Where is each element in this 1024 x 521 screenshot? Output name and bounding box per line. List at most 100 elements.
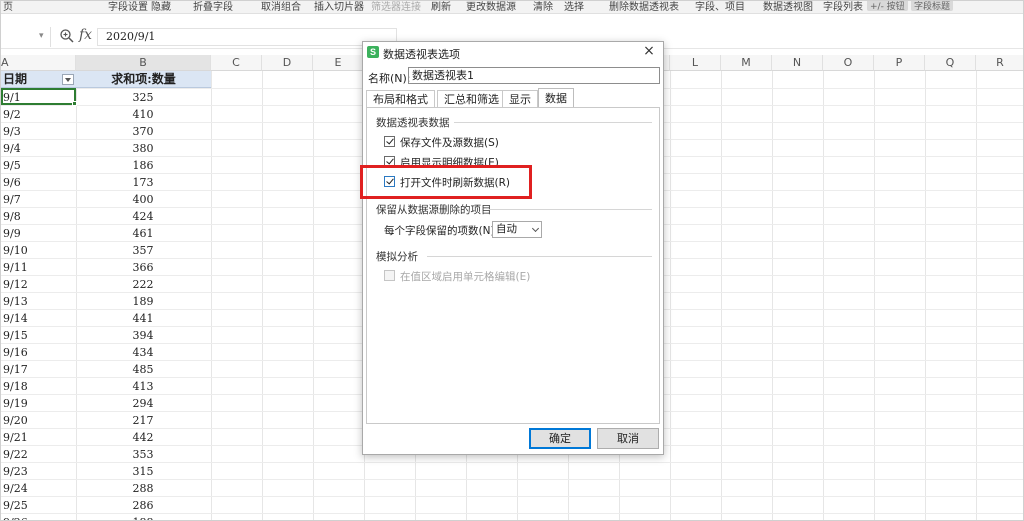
- pivot-qty-cell[interactable]: 189: [76, 293, 210, 310]
- pivot-date-cell[interactable]: 9/4: [3, 140, 75, 157]
- column-header-n[interactable]: N: [772, 55, 823, 71]
- ribbon-item[interactable]: 折叠字段: [193, 1, 233, 13]
- enable-cell-edit-checkbox[interactable]: [384, 270, 395, 281]
- zoom-in-icon[interactable]: [59, 28, 75, 44]
- ribbon-item[interactable]: 筛选器连接: [371, 1, 421, 13]
- pivot-date-cell[interactable]: 9/16: [3, 344, 75, 361]
- pivot-qty-cell[interactable]: 286: [76, 497, 210, 514]
- pivot-qty-cell[interactable]: 434: [76, 344, 210, 361]
- ribbon-item[interactable]: 插入切片器: [314, 1, 364, 13]
- pivot-qty-cell[interactable]: 353: [76, 446, 210, 463]
- pivot-qty-cell[interactable]: 325: [76, 89, 210, 106]
- pivot-date-cell[interactable]: 9/2: [3, 106, 75, 123]
- filter-dropdown-icon[interactable]: [62, 74, 74, 85]
- pivot-date-cell[interactable]: 9/5: [3, 157, 75, 174]
- tab-layout-format[interactable]: 布局和格式: [366, 90, 435, 108]
- ribbon-item[interactable]: 隐藏: [151, 1, 171, 13]
- pivot-date-cell[interactable]: 9/24: [3, 480, 75, 497]
- pivot-date-cell[interactable]: 9/21: [3, 429, 75, 446]
- ribbon-item[interactable]: 字段设置: [108, 1, 148, 13]
- ribbon-item[interactable]: 删除数据透视表: [609, 1, 679, 13]
- ribbon-item[interactable]: 选择: [564, 1, 584, 13]
- ribbon-item[interactable]: 字段列表: [823, 1, 863, 13]
- pivot-date-cell[interactable]: 9/14: [3, 310, 75, 327]
- pivot-qty-cell[interactable]: 441: [76, 310, 210, 327]
- pivot-qty-cell[interactable]: 370: [76, 123, 210, 140]
- pivot-qty-cell[interactable]: 485: [76, 361, 210, 378]
- pivot-date-cell[interactable]: 9/26: [3, 514, 75, 520]
- close-icon[interactable]: ×: [641, 43, 657, 59]
- pivot-date-cell[interactable]: 9/25: [3, 497, 75, 514]
- pivot-qty-cell[interactable]: 288: [76, 480, 210, 497]
- pivot-qty-cell[interactable]: 357: [76, 242, 210, 259]
- pivot-date-cell[interactable]: 9/7: [3, 191, 75, 208]
- pivot-qty-cell[interactable]: 294: [76, 395, 210, 412]
- pivot-date-cell[interactable]: 9/18: [3, 378, 75, 395]
- pivot-qty-cell[interactable]: 461: [76, 225, 210, 242]
- column-header-l[interactable]: L: [670, 55, 721, 71]
- dialog-title-bar[interactable]: S 数据透视表选项 ×: [363, 42, 663, 64]
- pivot-value-header[interactable]: 求和项:数量: [76, 71, 211, 88]
- ribbon-item[interactable]: 刷新: [431, 1, 451, 13]
- tab-display[interactable]: 显示: [502, 90, 538, 108]
- ribbon-item[interactable]: 取消组合: [261, 1, 301, 13]
- pivot-qty-cell[interactable]: 217: [76, 412, 210, 429]
- fill-handle[interactable]: [72, 101, 77, 106]
- tab-totals-filters[interactable]: 汇总和筛选: [437, 90, 506, 108]
- pivot-qty-cell[interactable]: 315: [76, 463, 210, 480]
- pivot-qty-cell[interactable]: 186: [76, 157, 210, 174]
- pivot-qty-cell[interactable]: 410: [76, 106, 210, 123]
- chevron-down-icon[interactable]: ▾: [39, 31, 44, 41]
- ribbon-item[interactable]: 页: [3, 1, 13, 13]
- column-header-p[interactable]: P: [874, 55, 925, 71]
- save-source-checkbox[interactable]: [384, 136, 395, 147]
- plus-minus-buttons-toggle[interactable]: +/- 按钮: [867, 1, 908, 12]
- pivot-date-cell[interactable]: 9/13: [3, 293, 75, 310]
- pivot-date-cell[interactable]: 9/23: [3, 463, 75, 480]
- pivot-date-cell[interactable]: 9/17: [3, 361, 75, 378]
- pivot-name-input[interactable]: 数据透视表1: [408, 67, 660, 84]
- ribbon-item[interactable]: 数据透视图: [763, 1, 813, 13]
- pivot-date-cell[interactable]: 9/15: [3, 327, 75, 344]
- column-header-a[interactable]: A: [1, 55, 76, 71]
- pivot-date-cell[interactable]: 9/8: [3, 208, 75, 225]
- pivot-date-cell[interactable]: 9/9: [3, 225, 75, 242]
- pivot-qty-cell[interactable]: 424: [76, 208, 210, 225]
- cancel-button[interactable]: 取消: [597, 428, 659, 449]
- ok-button[interactable]: 确定: [529, 428, 591, 449]
- field-headers-toggle[interactable]: 字段标题: [911, 1, 954, 12]
- pivot-qty-cell[interactable]: 188: [76, 514, 210, 520]
- ribbon-item[interactable]: 更改数据源: [466, 1, 516, 13]
- tab-data[interactable]: 数据: [538, 88, 574, 108]
- retain-items-select[interactable]: 自动: [492, 221, 542, 238]
- column-header-q[interactable]: Q: [925, 55, 976, 71]
- pivot-qty-cell[interactable]: 400: [76, 191, 210, 208]
- column-header-b[interactable]: B: [76, 55, 211, 71]
- ribbon-item[interactable]: 清除: [533, 1, 553, 13]
- column-header-d[interactable]: D: [262, 55, 313, 71]
- pivot-date-cell[interactable]: 9/6: [3, 174, 75, 191]
- name-box[interactable]: ▾: [1, 27, 51, 47]
- column-header-m[interactable]: M: [721, 55, 772, 71]
- pivot-qty-cell[interactable]: 366: [76, 259, 210, 276]
- pivot-date-cell[interactable]: 9/20: [3, 412, 75, 429]
- pivot-qty-cell[interactable]: 222: [76, 276, 210, 293]
- pivot-date-cell[interactable]: 9/22: [3, 446, 75, 463]
- pivot-qty-cell[interactable]: 413: [76, 378, 210, 395]
- column-header-c[interactable]: C: [211, 55, 262, 71]
- formula-input[interactable]: 2020/9/1: [97, 28, 397, 46]
- ribbon-item[interactable]: 字段、项目: [695, 1, 745, 13]
- pivot-date-cell[interactable]: 9/12: [3, 276, 75, 293]
- pivot-qty-cell[interactable]: 394: [76, 327, 210, 344]
- pivot-qty-cell[interactable]: 380: [76, 140, 210, 157]
- pivot-qty-cell[interactable]: 442: [76, 429, 210, 446]
- pivot-date-cell[interactable]: 9/10: [3, 242, 75, 259]
- pivot-date-cell[interactable]: 9/11: [3, 259, 75, 276]
- column-header-e[interactable]: E: [313, 55, 364, 71]
- pivot-date-cell[interactable]: 9/3: [3, 123, 75, 140]
- function-icon[interactable]: fx: [79, 27, 92, 43]
- pivot-qty-cell[interactable]: 173: [76, 174, 210, 191]
- pivot-date-cell[interactable]: 9/19: [3, 395, 75, 412]
- column-header-o[interactable]: O: [823, 55, 874, 71]
- column-header-r[interactable]: R: [976, 55, 1023, 71]
